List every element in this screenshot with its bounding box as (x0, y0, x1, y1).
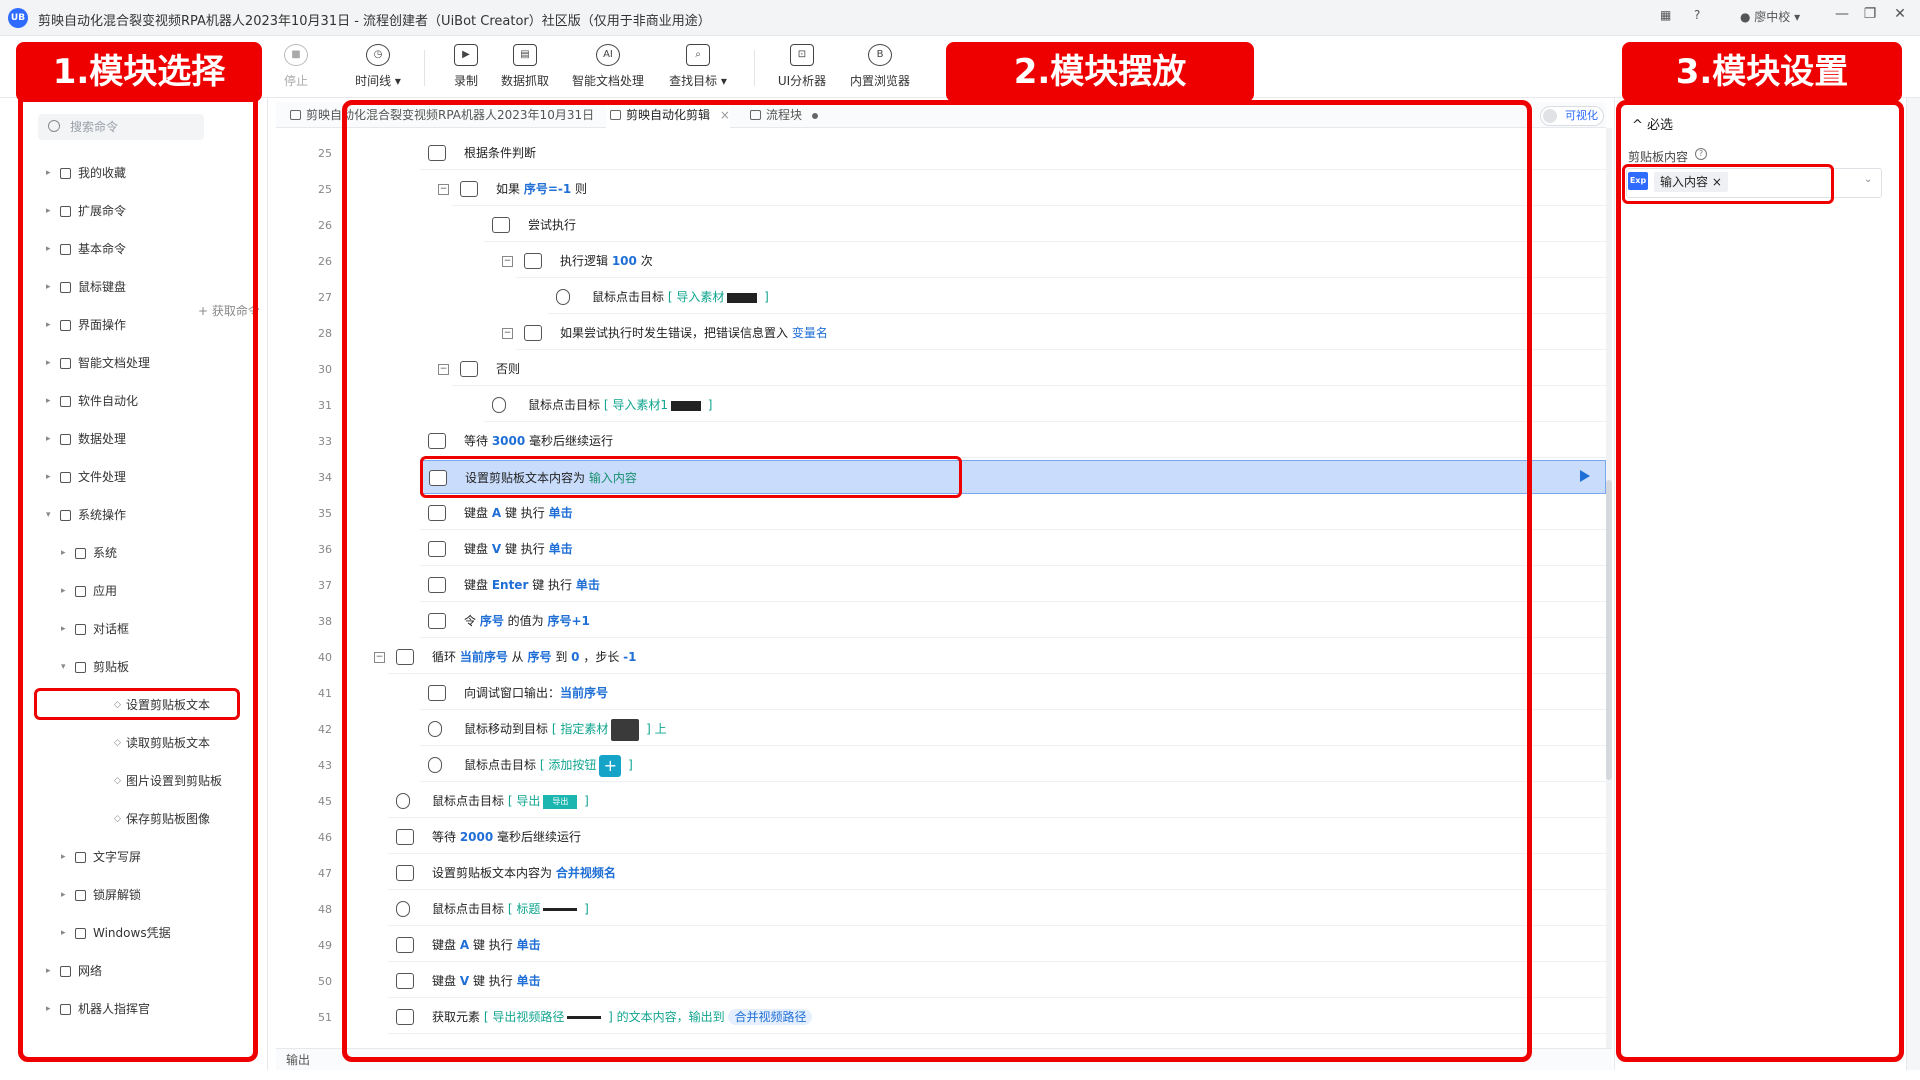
ui-analyzer-icon: ⊡ (790, 44, 814, 66)
annotation-box-module-place (342, 100, 1532, 1062)
data-scrape-label: 数据抓取 (500, 74, 549, 88)
clock-icon: ◷ (366, 44, 390, 66)
annotation-banner-1: 1.模块选择 (16, 42, 262, 102)
toggle-knob (1543, 109, 1557, 123)
line-number: 26 (318, 255, 332, 268)
annotation-box-module-settings (1616, 100, 1904, 1062)
line-number: 47 (318, 867, 332, 880)
layout-icon[interactable]: ▦ (1660, 8, 1671, 22)
line-number: 41 (318, 687, 332, 700)
stop-button[interactable]: ■ 停止 (258, 40, 334, 94)
line-number: 50 (318, 975, 332, 988)
find-target-label: 查找目标 ▾ (669, 74, 727, 88)
user-menu[interactable]: ● 廖中校 ▾ (1740, 8, 1800, 25)
minimize-button[interactable]: — (1830, 6, 1854, 28)
browser-label: 内置浏览器 (849, 74, 910, 88)
line-number: 45 (318, 795, 332, 808)
annotation-highlight-set-clipboard (34, 688, 240, 720)
line-number: 49 (318, 939, 332, 952)
help-icon[interactable]: ? (1694, 8, 1700, 22)
find-target-button[interactable]: ⌕ 查找目标 ▾ (660, 40, 736, 94)
line-number: 25 (318, 147, 332, 160)
find-target-icon: ⌕ (686, 44, 710, 66)
data-scrape-icon: ▤ (513, 44, 537, 66)
run-from-here-icon[interactable] (1580, 470, 1590, 482)
line-number: 40 (318, 651, 332, 664)
smart-doc-button[interactable]: AI 智能文档处理 (570, 40, 646, 94)
annotation-banner-3: 3.模块设置 (1622, 42, 1902, 102)
close-button[interactable]: ✕ (1888, 6, 1912, 28)
line-number: 36 (318, 543, 332, 556)
line-number: 37 (318, 579, 332, 592)
record-icon: ▶ (454, 44, 478, 66)
toolbar-divider (754, 50, 755, 86)
smart-doc-label: 智能文档处理 (571, 74, 644, 88)
visual-mode-toggle[interactable]: 可视化 (1540, 106, 1604, 126)
line-number: 46 (318, 831, 332, 844)
ai-doc-icon: AI (596, 44, 620, 66)
line-number: 38 (318, 615, 332, 628)
editor-scroll-thumb[interactable] (1606, 480, 1612, 780)
flow-icon (290, 110, 301, 120)
line-number: 33 (318, 435, 332, 448)
line-number: 43 (318, 759, 332, 772)
stop-label: 停止 (283, 74, 308, 88)
window-title: 剪映自动化混合裂变视频RPA机器人2023年10月31日 - 流程创建者（UiB… (38, 14, 711, 29)
browser-button[interactable]: B 内置浏览器 (842, 40, 918, 94)
annotation-highlight-input (1622, 164, 1834, 204)
line-number: 51 (318, 1011, 332, 1024)
line-number: 35 (318, 507, 332, 520)
timeline-button[interactable]: ◷ 时间线 ▾ (340, 40, 416, 94)
data-scrape-button[interactable]: ▤ 数据抓取 (487, 40, 563, 94)
line-number: 48 (318, 903, 332, 916)
line-number: 42 (318, 723, 332, 736)
annotation-banner-2: 2.模块摆放 (946, 42, 1254, 102)
ui-analyzer-label: UI分析器 (777, 74, 827, 88)
line-number: 28 (318, 327, 332, 340)
browser-icon: B (868, 44, 892, 66)
right-side-strip[interactable] (1906, 98, 1920, 1070)
line-number: 26 (318, 219, 332, 232)
line-number: 30 (318, 363, 332, 376)
timeline-label: 时间线 ▾ (355, 74, 401, 88)
toolbar-divider (424, 50, 425, 86)
user-name: 廖中校 (1754, 10, 1791, 24)
title-bar: UB 剪映自动化混合裂变视频RPA机器人2023年10月31日 - 流程创建者（… (0, 0, 1920, 36)
annotation-box-module-select (18, 88, 258, 1062)
annotation-highlight-selected-row (420, 456, 962, 498)
toggle-label: 可视化 (1565, 109, 1598, 122)
line-number: 31 (318, 399, 332, 412)
ui-analyzer-button[interactable]: ⊡ UI分析器 (764, 40, 840, 94)
line-number: 34 (318, 471, 332, 484)
stop-icon: ■ (284, 44, 308, 66)
line-number: 27 (318, 291, 332, 304)
restore-button[interactable]: ❐ (1858, 6, 1882, 28)
line-number: 25 (318, 183, 332, 196)
uibot-logo-icon: UB (8, 8, 28, 28)
